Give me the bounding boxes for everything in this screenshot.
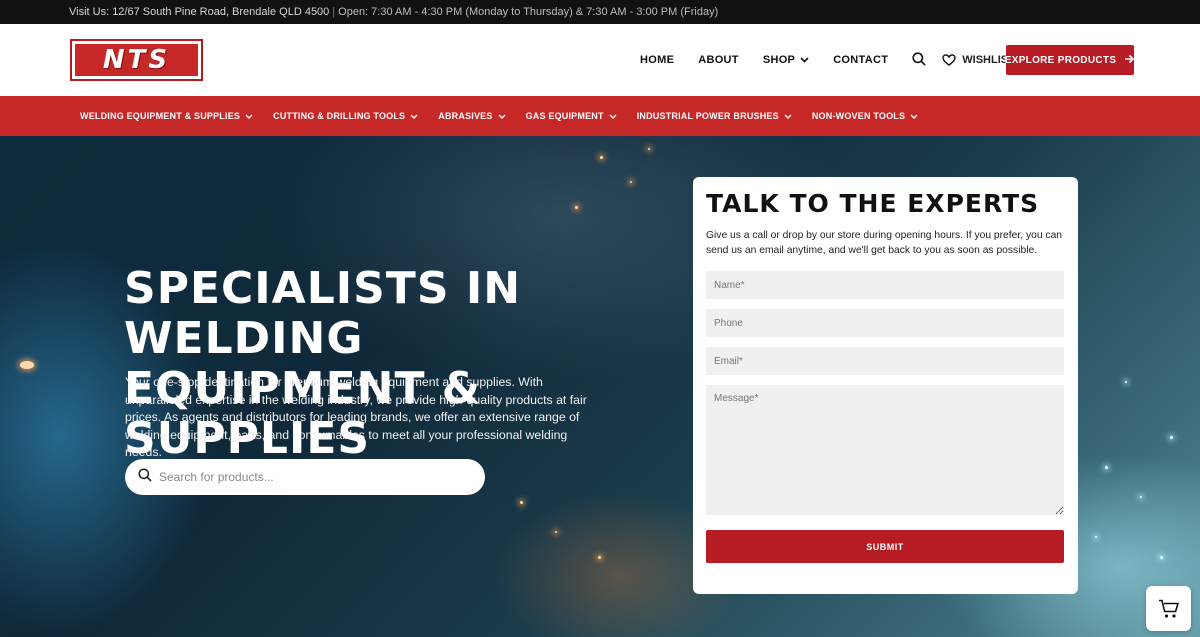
spark: [575, 206, 578, 209]
search-icon: [138, 467, 152, 487]
chevron-down-icon: [609, 112, 617, 121]
search-icon[interactable]: [912, 52, 928, 68]
spark: [520, 501, 523, 504]
explore-products-button[interactable]: EXPLORE PRODUCTS: [1004, 45, 1135, 75]
nav-shop[interactable]: SHOP: [763, 54, 809, 66]
search-input[interactable]: [159, 470, 459, 484]
explore-products-label: EXPLORE PRODUCTS: [1004, 54, 1117, 66]
chevron-down-icon: [245, 112, 253, 121]
chevron-down-icon: [784, 112, 792, 121]
top-info-bar: Visit Us: 12/67 South Pine Road, Brendal…: [0, 0, 1200, 24]
form-description: Give us a call or drop by our store duri…: [706, 230, 1063, 256]
chevron-down-icon: [498, 112, 506, 121]
heart-icon: [942, 54, 956, 66]
form-title: TALK TO THE EXPERTS: [706, 189, 1040, 218]
category-abrasives[interactable]: ABRASIVES: [438, 111, 506, 121]
logo-mark: NTS: [75, 44, 198, 76]
spark: [1170, 436, 1173, 439]
nav-contact[interactable]: CONTACT: [833, 54, 888, 66]
store-address: Visit Us: 12/67 South Pine Road, Brendal…: [69, 6, 330, 18]
category-non-woven-tools[interactable]: NON-WOVEN TOOLS: [812, 111, 918, 121]
spark: [1095, 536, 1097, 538]
spark: [630, 181, 632, 183]
spark: [555, 531, 557, 533]
chevron-down-icon: [800, 55, 809, 66]
spark: [20, 361, 34, 369]
product-search: [125, 459, 485, 495]
category-power-brushes[interactable]: INDUSTRIAL POWER BRUSHES: [637, 111, 792, 121]
spark: [1125, 381, 1127, 383]
logo[interactable]: NTS: [70, 39, 203, 81]
cart-button[interactable]: [1146, 586, 1191, 631]
cart-icon: [1158, 599, 1179, 618]
email-field[interactable]: [706, 347, 1064, 375]
category-label: INDUSTRIAL POWER BRUSHES: [636, 111, 779, 121]
category-label: NON-WOVEN TOOLS: [811, 111, 906, 121]
nav-home[interactable]: HOME: [640, 54, 674, 66]
category-cutting-drilling[interactable]: CUTTING & DRILLING TOOLS: [273, 111, 418, 121]
hero-description: Your one-stop destination for premium we…: [125, 375, 587, 460]
category-label: GAS EQUIPMENT: [525, 111, 604, 121]
contact-form-card: TALK TO THE EXPERTS Give us a call or dr…: [693, 177, 1078, 594]
submit-button[interactable]: SUBMIT: [706, 530, 1064, 563]
arrow-right-icon: [1124, 53, 1135, 67]
spark: [1105, 466, 1108, 469]
nav-shop-label: SHOP: [762, 54, 796, 66]
phone-field[interactable]: [706, 309, 1064, 337]
category-label: ABRASIVES: [438, 111, 493, 121]
spark: [1160, 556, 1163, 559]
message-field[interactable]: [706, 385, 1064, 515]
name-field[interactable]: [706, 271, 1064, 299]
nav-about[interactable]: ABOUT: [698, 54, 739, 66]
spark: [1140, 496, 1142, 498]
category-label: WELDING EQUIPMENT & SUPPLIES: [80, 111, 241, 121]
category-welding-equipment[interactable]: WELDING EQUIPMENT & SUPPLIES: [80, 111, 253, 121]
spark: [600, 156, 603, 159]
spark: [648, 148, 650, 150]
category-label: CUTTING & DRILLING TOOLS: [273, 111, 406, 121]
chevron-down-icon: [910, 112, 918, 121]
category-gas-equipment[interactable]: GAS EQUIPMENT: [526, 111, 617, 121]
chevron-down-icon: [410, 112, 418, 121]
main-nav: HOME ABOUT SHOP CONTACT WISHLIST: [640, 48, 1032, 72]
divider: |: [332, 6, 336, 18]
category-nav: WELDING EQUIPMENT & SUPPLIES CUTTING & D…: [0, 96, 1200, 136]
logo-text: NTS: [102, 45, 171, 75]
spark: [598, 556, 601, 559]
opening-hours: Open: 7:30 AM - 4:30 PM (Monday to Thurs…: [338, 6, 719, 18]
